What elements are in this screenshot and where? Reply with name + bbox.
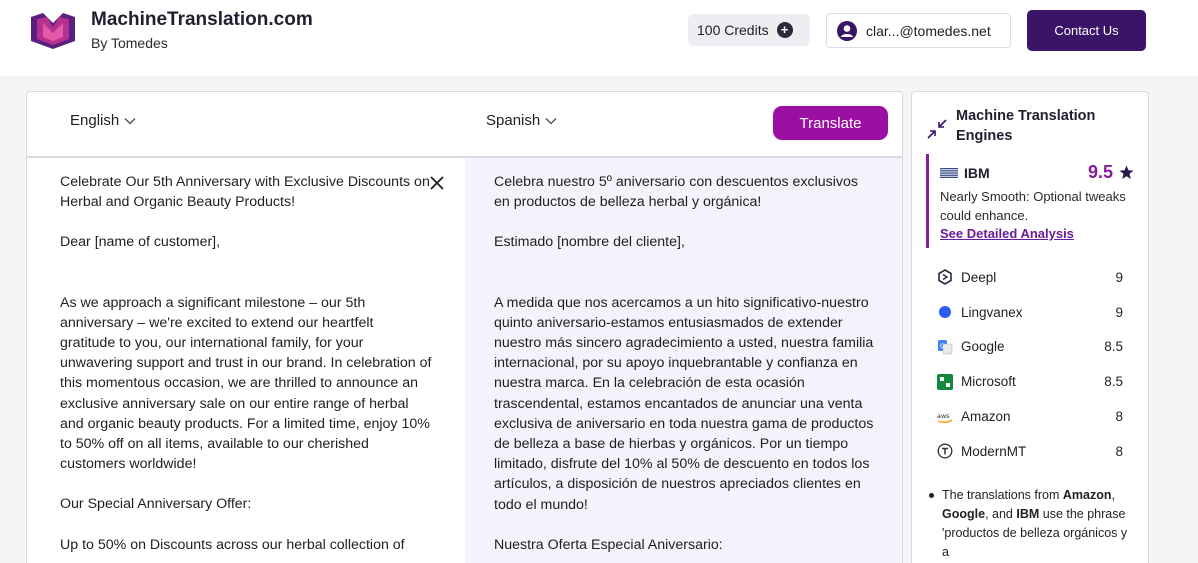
engines-header: Machine Translation Engines	[926, 106, 1136, 146]
engines-title: Machine Translation Engines	[956, 108, 1096, 144]
chevron-down-icon	[545, 117, 557, 124]
engine-row-amazon[interactable]: aws Amazon 8	[937, 399, 1123, 434]
source-paragraph: Celebrate Our 5th Anniversary with Exclu…	[60, 174, 430, 211]
brand-title: MachineTranslation.com	[91, 9, 313, 30]
google-translate-icon: G	[938, 339, 953, 355]
target-text[interactable]: Celebra nuestro 5º aniversario con descu…	[494, 172, 874, 555]
see-detailed-analysis-link[interactable]: See Detailed Analysis	[940, 226, 1074, 241]
engine-score: 8.5	[1104, 339, 1123, 355]
engine-row-microsoft[interactable]: Microsoft 8.5	[937, 364, 1123, 399]
translate-button[interactable]: Translate	[773, 106, 888, 140]
engine-name: Lingvanex	[961, 304, 1023, 320]
target-paragraph: Celebra nuestro 5º aniversario con descu…	[494, 174, 859, 211]
engine-name: Microsoft	[961, 374, 1016, 390]
source-text[interactable]: Celebrate Our 5th Anniversary with Exclu…	[60, 172, 432, 555]
note-separator: , and	[985, 507, 1017, 521]
engine-score: 8	[1115, 409, 1123, 425]
engine-name: Google	[961, 339, 1005, 355]
target-paragraph	[494, 273, 874, 293]
engine-row-lingvanex[interactable]: Lingvanex 9	[937, 295, 1123, 330]
engines-note-text: The translations from Amazon, Google, an…	[942, 486, 1134, 562]
user-account-button[interactable]: clar...@tomedes.net	[826, 13, 1011, 48]
lingvanex-icon	[939, 306, 951, 319]
engine-score: 8.5	[1104, 374, 1123, 390]
svg-text:aws: aws	[937, 412, 950, 420]
target-language-select[interactable]: Spanish	[486, 112, 557, 129]
user-icon	[837, 20, 857, 41]
note-engine-ibm: IBM	[1016, 507, 1040, 521]
top-engine-name: IBM	[964, 164, 990, 181]
bullet-icon	[929, 493, 934, 498]
note-engine-amazon: Amazon	[1062, 488, 1112, 502]
target-text-area[interactable]: Celebra nuestro 5º aniversario con descu…	[465, 158, 902, 563]
source-paragraph: Our Special Anniversary Offer:	[60, 496, 252, 513]
engine-score: 9	[1115, 304, 1123, 320]
source-language-label: English	[70, 112, 120, 129]
target-language-label: Spanish	[486, 112, 541, 129]
language-toolbar: English Spanish Translate	[27, 92, 902, 158]
note-text-prefix: The translations from	[942, 488, 1063, 502]
user-email: clar...@tomedes.net	[866, 22, 991, 39]
top-header: MachineTranslation.com By Tomedes 100 Cr…	[0, 0, 1198, 76]
top-engine-description: Nearly Smooth: Optional tweaks could enh…	[940, 189, 1126, 223]
engine-row-google[interactable]: G Google 8.5	[937, 330, 1123, 365]
note-separator: ,	[1111, 488, 1115, 502]
source-paragraph: As we approach a significant milestone –…	[60, 294, 432, 473]
target-paragraph: Nuestra Oferta Especial Aniversario:	[494, 536, 723, 553]
credits-label: 100 Credits	[697, 22, 769, 38]
credits-badge[interactable]: 100 Credits +	[688, 14, 810, 46]
top-engine-card[interactable]: IBM 9.5 Nearly Smooth: Optional tweaks c…	[926, 154, 1136, 248]
engine-name: ModernMT	[961, 443, 1027, 459]
engine-name: Deepl	[961, 269, 997, 285]
top-engine-score: 9.5	[1087, 162, 1113, 182]
target-paragraph: A medida que nos acercamos a un hito sig…	[494, 294, 874, 513]
source-text-area[interactable]: Celebrate Our 5th Anniversary with Exclu…	[27, 158, 465, 563]
engine-row-modernmt[interactable]: ModernMT 8	[937, 434, 1123, 469]
note-engine-google: Google	[942, 507, 986, 521]
engine-score: 9	[1115, 269, 1123, 285]
logo-icon[interactable]	[29, 13, 77, 49]
engine-list: Deepl 9 Lingvanex 9 G Google 8.5 Microso…	[937, 260, 1123, 469]
star-icon	[1119, 165, 1134, 179]
brand-subtitle: By Tomedes	[91, 35, 168, 51]
modernmt-icon	[937, 443, 953, 459]
microsoft-translator-icon	[937, 373, 953, 390]
plus-icon[interactable]: +	[776, 22, 793, 38]
engine-score: 8	[1115, 443, 1123, 459]
collapse-arrows-icon[interactable]	[926, 118, 948, 140]
source-language-select[interactable]: English	[70, 112, 136, 129]
close-icon[interactable]	[430, 176, 444, 190]
deepl-icon	[938, 269, 952, 286]
ibm-icon	[940, 167, 958, 178]
source-paragraph	[60, 273, 432, 293]
target-paragraph: Estimado [nombre del cliente],	[494, 234, 685, 251]
engines-note: The translations from Amazon, Google, an…	[929, 486, 1134, 562]
svg-text:G: G	[940, 343, 945, 350]
aws-icon: aws	[937, 412, 953, 423]
translation-panel: English Spanish Translate Celebrate Our …	[26, 91, 903, 563]
source-paragraph: Up to 50% on Discounts across our herbal…	[60, 536, 405, 553]
engines-panel: Machine Translation Engines IBM 9.5 Near…	[911, 91, 1149, 563]
chevron-down-icon	[124, 117, 136, 124]
engine-name: Amazon	[961, 409, 1011, 425]
contact-us-button[interactable]: Contact Us	[1027, 10, 1146, 51]
engine-row-deepl[interactable]: Deepl 9	[937, 260, 1123, 295]
source-paragraph: Dear [name of customer],	[60, 234, 221, 251]
